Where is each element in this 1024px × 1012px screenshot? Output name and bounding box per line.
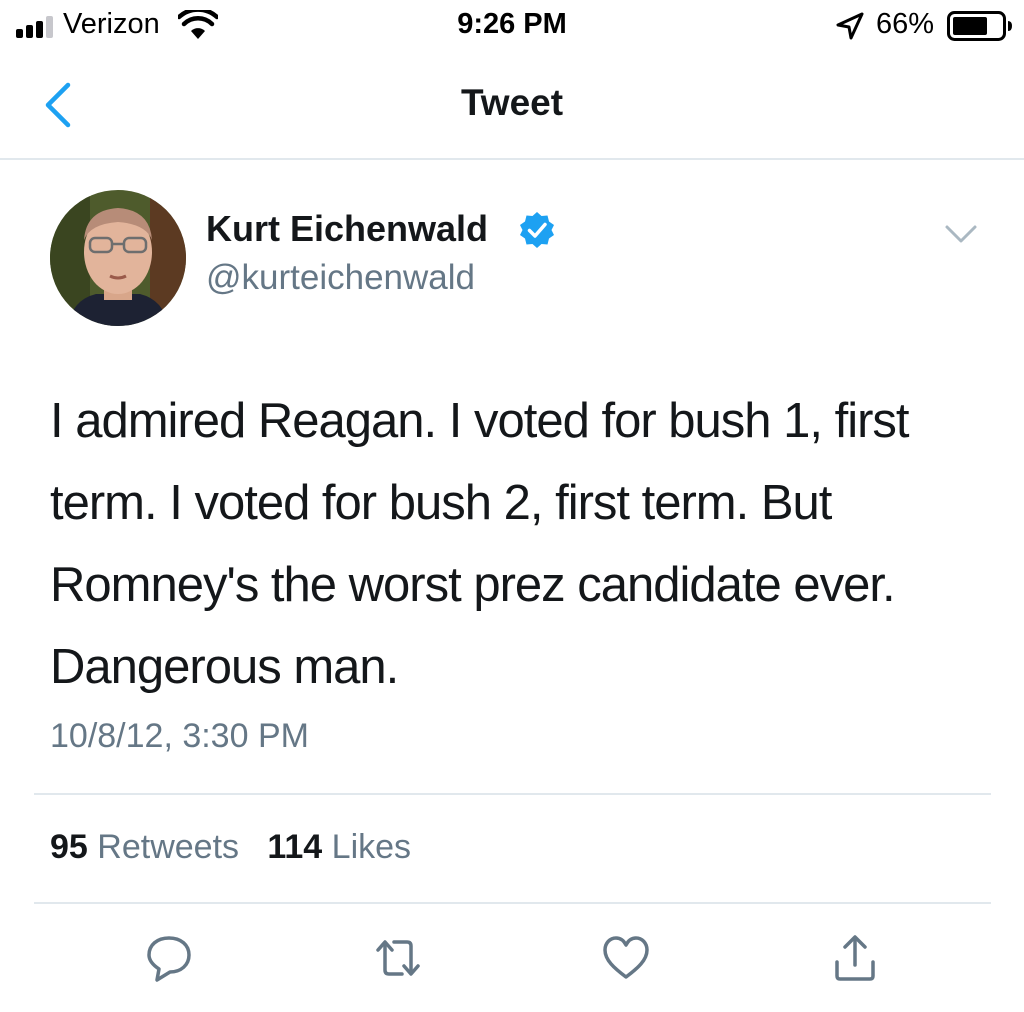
retweet-icon[interactable] <box>372 932 424 984</box>
battery-percentage: 66% <box>876 8 935 40</box>
navigation-bar: Tweet <box>0 52 1024 160</box>
tweet-timestamp: 10/8/12, 3:30 PM <box>50 717 309 755</box>
author-avatar[interactable] <box>50 190 186 326</box>
share-icon[interactable] <box>829 932 881 984</box>
like-icon[interactable] <box>600 932 652 984</box>
retweets-stat[interactable]: 95 Retweets <box>50 828 239 866</box>
page-title: Tweet <box>460 82 564 123</box>
battery-icon <box>947 11 1012 41</box>
likes-label: Likes <box>331 828 412 866</box>
status-time: 9:26 PM <box>457 8 567 40</box>
likes-stat[interactable]: 114 Likes <box>267 828 411 866</box>
tweet-text: I admired Reagan. I voted for bush 1, fi… <box>50 394 910 694</box>
tweet-action-bar <box>0 928 1024 988</box>
verified-badge-icon <box>520 212 554 248</box>
divider <box>34 793 991 795</box>
retweets-count: 95 <box>50 828 88 866</box>
chevron-down-icon[interactable] <box>944 222 978 246</box>
author-display-name[interactable]: Kurt Eichenwald <box>206 208 488 250</box>
location-arrow-icon <box>836 12 864 40</box>
author-handle[interactable]: @kurteichenwald <box>206 258 475 298</box>
divider <box>34 902 991 904</box>
engagement-stats: 95 Retweets 114 Likes <box>50 828 411 867</box>
status-bar: Verizon 9:26 PM 66% <box>0 0 1024 52</box>
avatar-photo <box>50 190 186 326</box>
reply-icon[interactable] <box>143 932 195 984</box>
retweets-label: Retweets <box>97 828 240 866</box>
likes-count: 114 <box>267 828 323 866</box>
